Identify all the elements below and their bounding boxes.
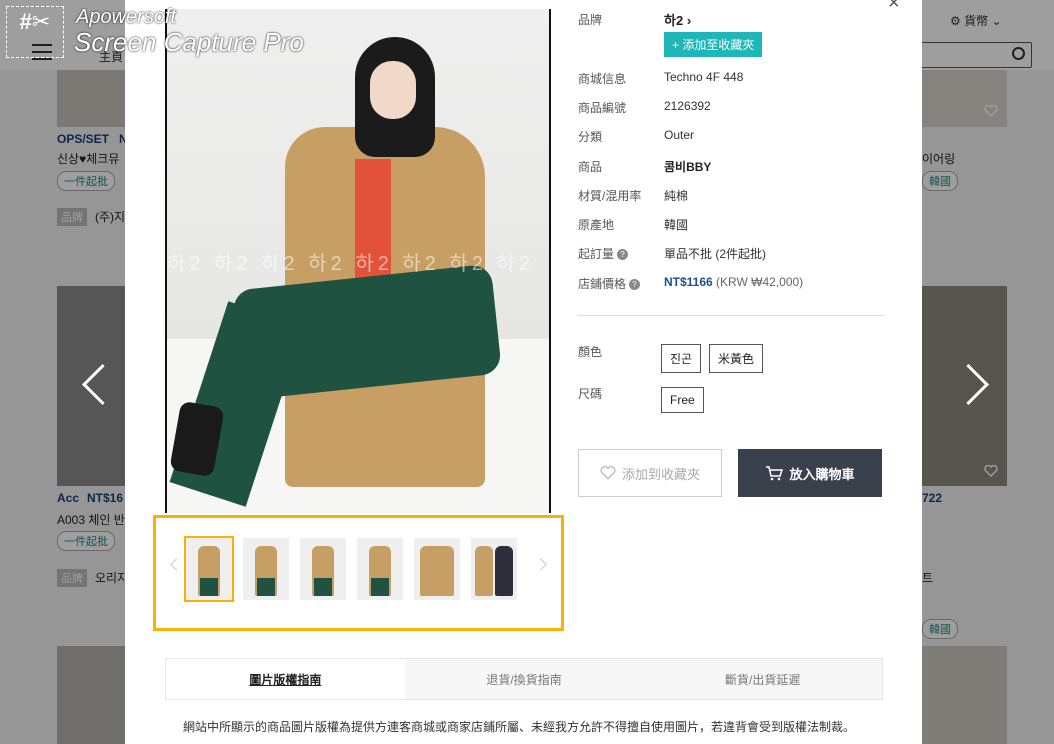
cart-button-label: 放入購物車 — [789, 466, 855, 482]
thumbnail-5[interactable] — [414, 538, 460, 600]
thumbnail-strip — [153, 515, 564, 631]
capture-logo-icon: #✂ — [6, 6, 64, 58]
product-detail-modal: × 하2 하2 하2 하2 하2 하2 하2 하2 品牌 하2 › + 添加至收… — [125, 0, 922, 744]
brand-label: 品牌 — [578, 13, 603, 27]
price-krw: (KRW ₩42,000) — [716, 275, 804, 289]
product-main-image: 하2 하2 하2 하2 하2 하2 하2 하2 — [165, 9, 551, 513]
product-label: 商品 — [578, 160, 603, 174]
thumbnail-1[interactable] — [184, 536, 234, 602]
add-to-cart-button[interactable]: 放入購物車 — [738, 449, 882, 497]
thumbnail-4[interactable] — [357, 538, 403, 600]
chevron-left-icon[interactable] — [170, 558, 183, 571]
brand-link[interactable]: 하2 › — [664, 10, 691, 29]
add-to-favorites-large-button[interactable]: 添加到收藏夾 — [578, 449, 722, 497]
help-icon[interactable]: ? — [617, 249, 629, 261]
copyright-description: 網站中所顯示的商品圖片版權為提供方連客商城或商家店鋪所屬、未經我方允許不得擅自使… — [183, 720, 856, 734]
tab-image-copyright[interactable]: 圖片版權指南 — [166, 659, 405, 699]
screen-capture-watermark: #✂ Apowersoft Screen Capture Pro — [0, 0, 320, 62]
price-label-text: 店鋪價格 — [578, 277, 627, 291]
cart-icon — [766, 466, 784, 481]
chevron-right-icon[interactable] — [534, 558, 547, 571]
product-code-label: 商品編號 — [578, 101, 627, 115]
material-label: 材質/混用率 — [578, 189, 642, 203]
price-container: NT$1166 (KRW ₩42,000) — [664, 275, 803, 289]
help-icon[interactable]: ? — [629, 279, 641, 291]
fav-button-label: 添加到收藏夾 — [621, 466, 700, 482]
moq-value: 單品不批 (2件起批) — [664, 247, 767, 261]
thumbnail-3[interactable] — [300, 538, 346, 600]
moq-label-text: 起訂量 — [578, 247, 615, 261]
origin-value: 韓國 — [664, 218, 689, 232]
size-label: 尺碼 — [578, 387, 603, 401]
close-icon[interactable]: × — [888, 0, 900, 15]
price-label: 店鋪價格? — [578, 275, 641, 292]
thumbnail-6[interactable] — [471, 538, 517, 600]
image-watermark: 하2 하2 하2 하2 하2 하2 하2 하2 — [167, 253, 535, 275]
heart-icon — [600, 466, 616, 480]
mall-label: 商城信息 — [578, 72, 627, 86]
category-label: 分類 — [578, 130, 603, 144]
capture-brand-line1: Apowersoft — [76, 6, 177, 28]
color-option-1[interactable]: 진곤 — [661, 344, 702, 373]
info-tabs: 圖片版權指南 退貨/換貨指南 斷貨/出貨延遲 — [165, 658, 883, 700]
moq-label: 起訂量? — [578, 245, 629, 262]
product-code-value: 2126392 — [664, 99, 711, 113]
category-value: Outer — [664, 128, 695, 142]
tab-out-of-stock[interactable]: 斷貨/出貨延遲 — [643, 659, 883, 699]
price-value: NT$1166 — [664, 275, 713, 289]
material-value: 純棉 — [664, 189, 689, 203]
mall-value: Techno 4F 448 — [664, 70, 744, 84]
color-label: 顏色 — [578, 345, 603, 359]
thumbnail-2[interactable] — [243, 538, 289, 600]
color-option-2[interactable]: 米黃色 — [709, 344, 764, 373]
add-to-favorites-button[interactable]: + 添加至收藏夾 — [664, 32, 763, 57]
size-option-1[interactable]: Free — [661, 387, 704, 413]
origin-label: 原產地 — [578, 218, 615, 232]
tab-return-exchange[interactable]: 退貨/換貨指南 — [404, 659, 644, 699]
capture-brand-line2: Screen Capture Pro — [74, 27, 304, 57]
divider — [578, 315, 883, 316]
brand-value: 하2 — [664, 13, 684, 28]
chevron-right-icon: › — [686, 13, 692, 28]
product-value: 콤비BBY — [664, 160, 712, 174]
